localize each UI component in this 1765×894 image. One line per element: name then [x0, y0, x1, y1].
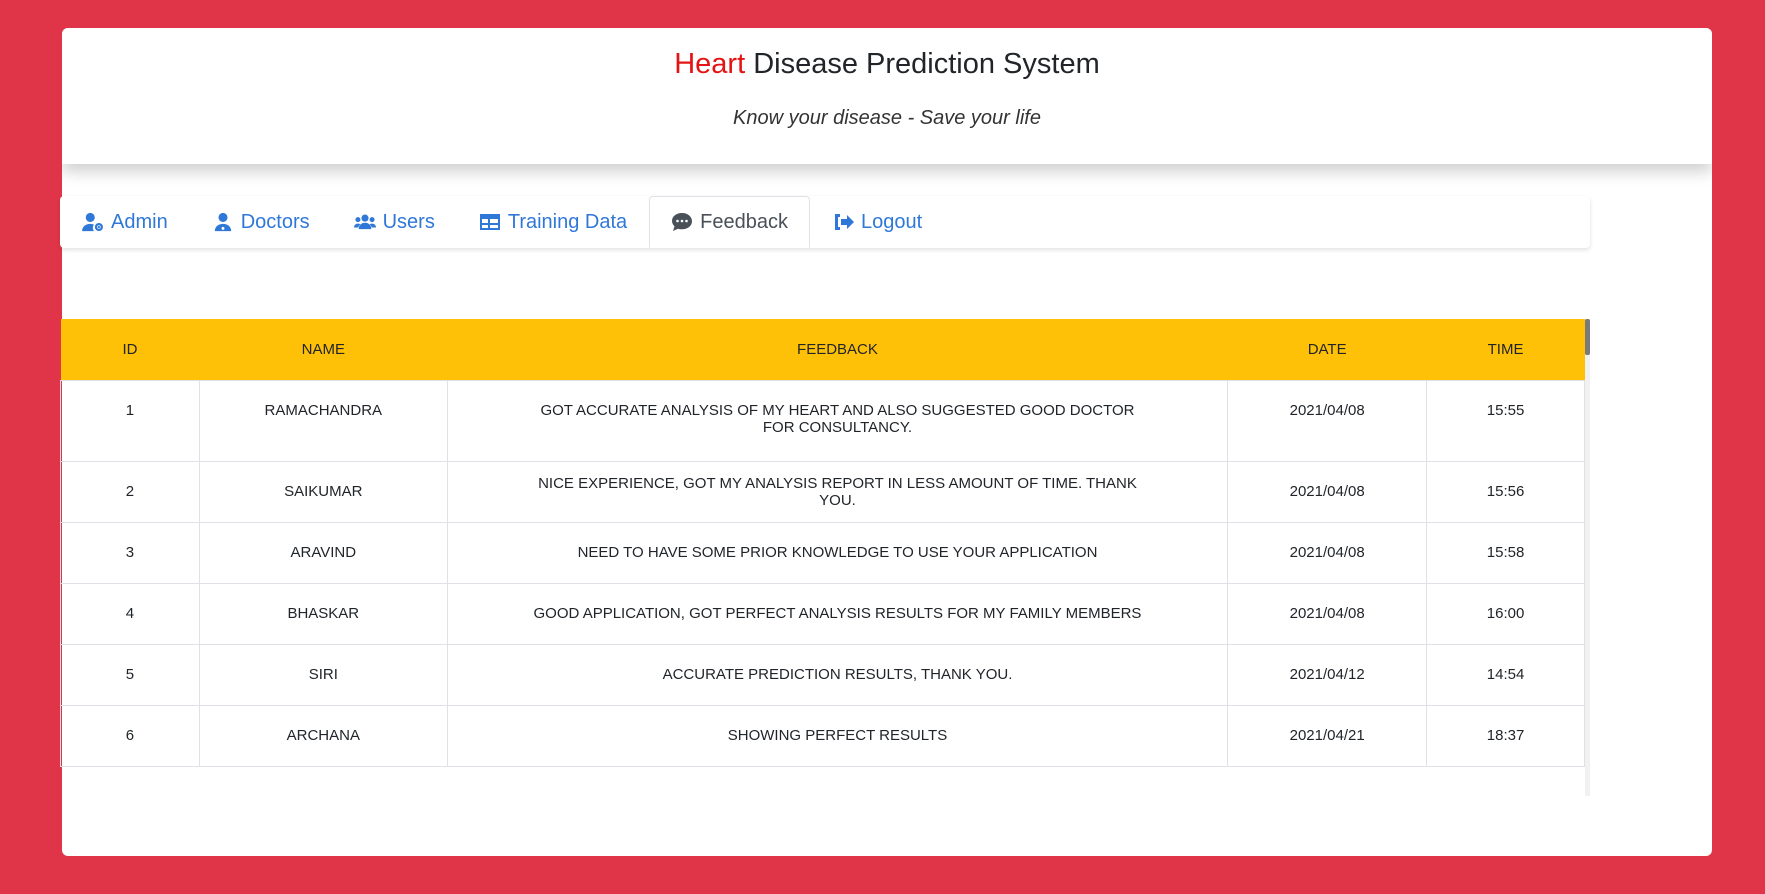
cell-time: 16:00	[1426, 582, 1585, 645]
tab-feedback-label: Feedback	[700, 210, 789, 233]
title-accent: Heart	[674, 48, 746, 80]
cell-feedback: SHOWING PERFECT RESULTS	[446, 704, 1229, 767]
comment-icon	[672, 213, 693, 231]
cell-name: ARCHANA	[198, 704, 448, 767]
nav-tabs: Admin Doctors Users Training Data Feedba…	[60, 196, 1590, 248]
feedback-table: ID NAME FEEDBACK DATE TIME 1 RAMACHANDRA…	[60, 319, 1585, 767]
table-row: 3 ARAVIND NEED TO HAVE SOME PRIOR KNOWLE…	[60, 521, 1585, 584]
cell-date: 2021/04/12	[1227, 643, 1428, 706]
column-header-time: TIME	[1426, 319, 1585, 380]
table-header-row: ID NAME FEEDBACK DATE TIME	[60, 319, 1585, 380]
tab-logout-label: Logout	[861, 210, 923, 233]
page-subtitle: Know your disease - Save your life	[733, 107, 1041, 129]
cell-id: 4	[60, 582, 200, 645]
column-header-date: DATE	[1227, 319, 1427, 380]
cell-time: 15:56	[1426, 460, 1585, 523]
cell-name: BHASKAR	[198, 582, 448, 645]
tab-users[interactable]: Users	[332, 196, 457, 248]
cell-date: 2021/04/08	[1227, 582, 1428, 645]
logout-icon	[835, 214, 855, 230]
column-header-name: NAME	[199, 319, 448, 380]
tab-admin-label: Admin	[111, 210, 168, 233]
title-rest: Disease Prediction System	[745, 48, 1100, 80]
feedback-table-container: ID NAME FEEDBACK DATE TIME 1 RAMACHANDRA…	[60, 319, 1590, 796]
page-header: Heart Disease Prediction System Know you…	[62, 28, 1712, 164]
tab-logout[interactable]: Logout	[810, 196, 944, 248]
scrollbar-thumb[interactable]	[1585, 319, 1590, 355]
cell-feedback: NEED TO HAVE SOME PRIOR KNOWLEDGE TO USE…	[446, 521, 1229, 584]
table-row: 5 SIRI ACCURATE PREDICTION RESULTS, THAN…	[60, 643, 1585, 706]
cell-name: SIRI	[198, 643, 448, 706]
tab-admin[interactable]: Admin	[60, 196, 190, 248]
cell-id: 5	[60, 643, 200, 706]
cell-time: 15:55	[1426, 379, 1585, 462]
cell-date: 2021/04/08	[1227, 460, 1428, 523]
cell-name: RAMACHANDRA	[198, 379, 448, 462]
cell-id: 2	[60, 460, 200, 523]
cell-feedback: ACCURATE PREDICTION RESULTS, THANK YOU.	[446, 643, 1229, 706]
table-icon	[479, 214, 500, 230]
cell-id: 1	[60, 379, 200, 462]
user-doctor-icon	[214, 212, 231, 232]
page-title: Heart Disease Prediction System	[62, 48, 1712, 81]
cell-name: ARAVIND	[198, 521, 448, 584]
tab-training-data-label: Training Data	[507, 210, 628, 233]
cell-date: 2021/04/08	[1227, 379, 1428, 462]
table-row: 1 RAMACHANDRA GOT ACCURATE ANALYSIS OF M…	[60, 379, 1585, 462]
table-row: 6 ARCHANA SHOWING PERFECT RESULTS 2021/0…	[60, 704, 1585, 767]
cell-name: SAIKUMAR	[198, 460, 448, 523]
column-header-feedback: FEEDBACK	[447, 319, 1228, 380]
table-scrollbar[interactable]	[1585, 319, 1590, 796]
tab-training-data[interactable]: Training Data	[457, 196, 649, 248]
tab-users-label: Users	[382, 210, 435, 233]
tab-doctors[interactable]: Doctors	[190, 196, 332, 248]
tab-doctors-label: Doctors	[240, 210, 310, 233]
cell-time: 15:58	[1426, 521, 1585, 584]
users-icon	[353, 214, 376, 230]
cell-feedback: GOOD APPLICATION, GOT PERFECT ANALYSIS R…	[446, 582, 1229, 645]
cell-feedback: NICE EXPERIENCE, GOT MY ANALYSIS REPORT …	[446, 460, 1229, 523]
cell-date: 2021/04/21	[1227, 704, 1428, 767]
column-header-id: ID	[60, 319, 200, 380]
table-row: 2 SAIKUMAR NICE EXPERIENCE, GOT MY ANALY…	[60, 460, 1585, 523]
cell-feedback: GOT ACCURATE ANALYSIS OF MY HEART AND AL…	[446, 379, 1229, 462]
cell-time: 18:37	[1426, 704, 1585, 767]
cell-id: 3	[60, 521, 200, 584]
cell-id: 6	[60, 704, 200, 767]
user-gear-icon	[82, 212, 103, 232]
cell-time: 14:54	[1426, 643, 1585, 706]
tab-feedback[interactable]: Feedback	[649, 196, 811, 248]
cell-date: 2021/04/08	[1227, 521, 1428, 584]
table-row: 4 BHASKAR GOOD APPLICATION, GOT PERFECT …	[60, 582, 1585, 645]
